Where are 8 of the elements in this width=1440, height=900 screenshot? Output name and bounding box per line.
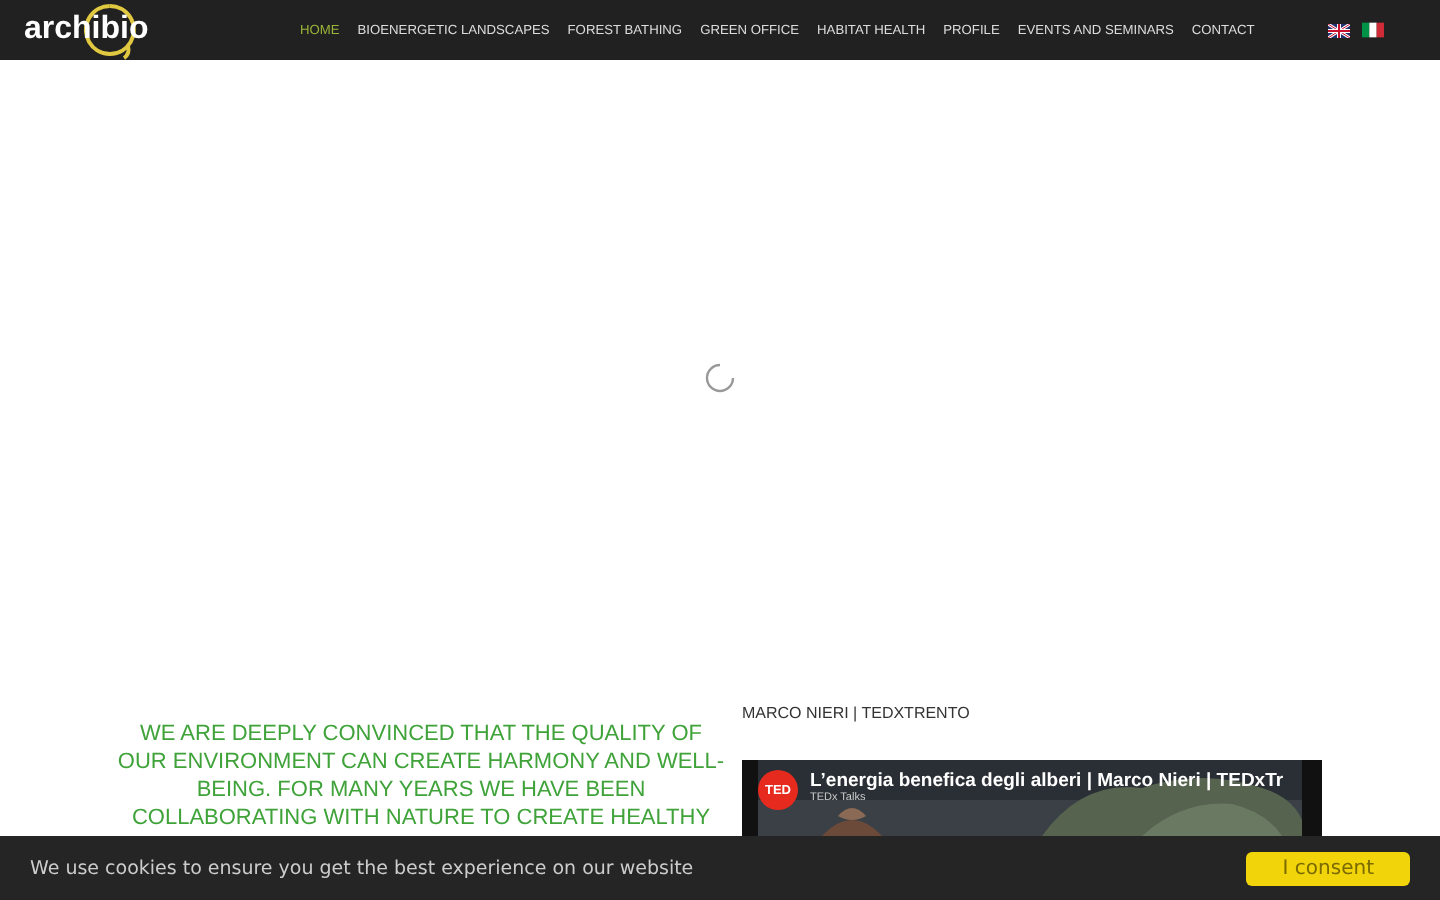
italy-flag-icon[interactable] xyxy=(1362,22,1384,38)
consent-button[interactable]: I consent xyxy=(1246,851,1410,885)
cookie-message: We use cookies to ensure you get the best experience on our website xyxy=(30,857,694,879)
loading-spinner-icon xyxy=(704,362,736,394)
uk-flag-icon[interactable] xyxy=(1328,23,1350,37)
intro-paragraph: WE ARE DEEPLY CONVINCED THAT THE QUALITY OF OUR ENVIRONMENT CAN CREATE HARMONY AND WELL-BEING. FOR MANY YEARS WE HAVE BEEN COLLABORATING WITH NATURE TO CREATE HEALTHY xyxy=(116,720,726,832)
video-heading: MARCO NIERI | TEDXTRENTO xyxy=(742,704,972,726)
video-title[interactable]: L’energia benefica degli alberi | Marco Nieri | TEDxTr xyxy=(810,770,1290,792)
